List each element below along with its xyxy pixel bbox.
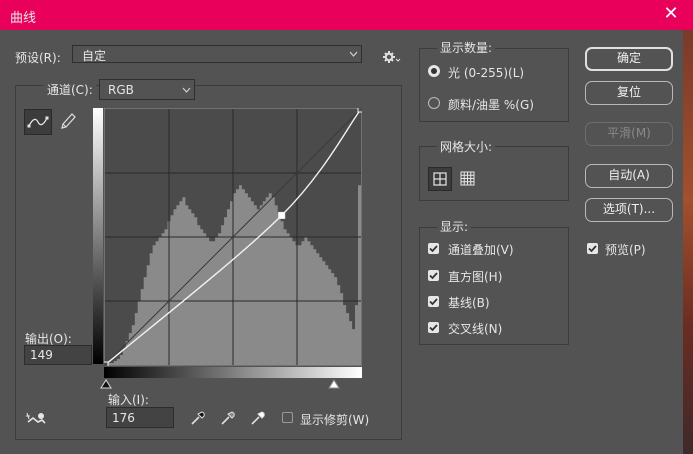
preset-dropdown[interactable]: 自定 — [72, 45, 362, 63]
baseline-checkbox[interactable] — [428, 296, 439, 307]
light-radio[interactable] — [428, 65, 440, 77]
show-clipping-checkbox[interactable] — [282, 412, 293, 423]
output-gradient-bar — [93, 108, 103, 364]
gray-eyedropper-icon[interactable] — [219, 409, 237, 430]
close-icon[interactable]: ✕ — [660, 3, 682, 25]
channel-overlay-checkbox[interactable] — [428, 243, 439, 254]
black-eyedropper-icon[interactable] — [189, 409, 207, 430]
curve-control-point[interactable] — [357, 108, 362, 113]
curve-control-point[interactable] — [278, 211, 286, 219]
channel-label: 通道(C): — [44, 81, 96, 98]
preset-value: 自定 — [82, 49, 107, 63]
chevron-down-icon — [349, 51, 358, 57]
detailed-grid-icon[interactable] — [457, 168, 479, 193]
ok-button[interactable]: 确定 — [585, 47, 673, 71]
curve-control-point[interactable] — [104, 361, 109, 366]
title-bar — [0, 0, 693, 30]
simple-grid-icon[interactable] — [428, 167, 452, 191]
input-label: 输入(I): — [108, 393, 149, 407]
channel-overlay-label: 通道叠加(V) — [448, 243, 514, 257]
baseline-label: 基线(B) — [448, 296, 490, 310]
show-clipping-label: 显示修剪(W) — [300, 413, 370, 427]
input-input[interactable]: 176 — [106, 407, 174, 428]
curve-graph[interactable] — [104, 108, 362, 366]
gear-icon[interactable] — [383, 50, 401, 67]
histogram-label: 直方图(H) — [448, 270, 503, 284]
channel-dropdown[interactable]: RGB — [99, 79, 195, 100]
pencil-icon[interactable] — [59, 111, 77, 134]
output-value: 149 — [30, 348, 53, 362]
histogram-checkbox[interactable] — [428, 270, 439, 281]
preview-label: 预览(P) — [605, 243, 646, 257]
white-point-slider[interactable] — [328, 379, 340, 389]
grid-size-legend: 网格大小: — [437, 138, 496, 155]
on-image-adjust-icon[interactable] — [24, 410, 48, 431]
smooth-button[interactable]: 平滑(M) — [585, 122, 673, 146]
output-input[interactable]: 149 — [24, 345, 92, 365]
auto-button[interactable]: 自动(A) — [585, 164, 673, 188]
input-value: 176 — [112, 411, 135, 425]
light-radio-label: 光 (0-255)(L) — [448, 66, 525, 80]
options-button[interactable]: 选项(T)... — [585, 198, 673, 222]
reset-button[interactable]: 复位 — [585, 81, 673, 105]
channel-value: RGB — [108, 83, 134, 97]
curve-tool-icon[interactable] — [24, 109, 52, 135]
intersection-line-label: 交叉线(N) — [448, 322, 503, 336]
show-amount-legend: 显示数量: — [437, 39, 496, 56]
intersection-line-checkbox[interactable] — [428, 322, 439, 333]
chevron-down-icon — [182, 87, 191, 93]
pigment-radio-label: 颜料/油墨 %(G) — [448, 98, 534, 112]
pigment-radio[interactable] — [428, 97, 440, 109]
background-image-edge — [683, 30, 693, 454]
preview-checkbox[interactable] — [587, 243, 598, 254]
preset-label: 预设(R): — [15, 51, 61, 65]
white-eyedropper-icon[interactable] — [249, 409, 267, 430]
input-gradient-bar — [104, 367, 362, 378]
window-title: 曲线 — [10, 11, 37, 26]
black-point-slider[interactable] — [100, 379, 112, 389]
show-legend: 显示: — [437, 218, 472, 235]
